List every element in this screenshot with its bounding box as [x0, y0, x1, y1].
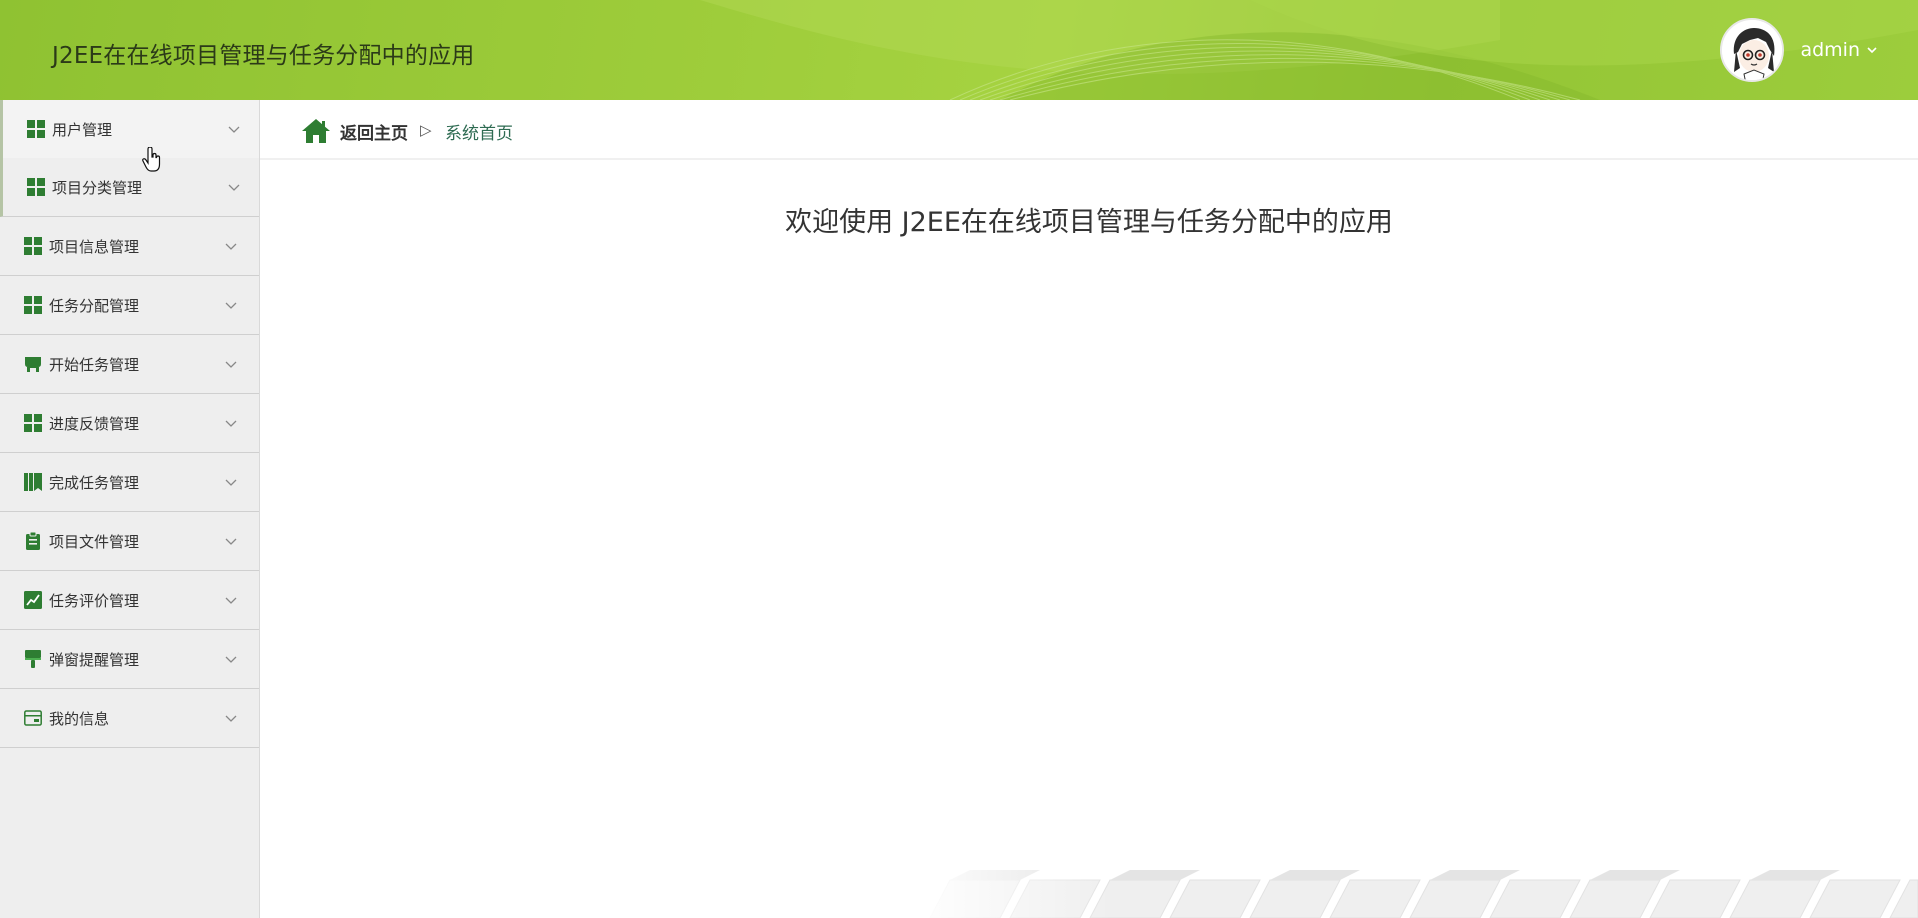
chart-icon — [24, 591, 42, 609]
chevron-down-icon[interactable] — [224, 534, 238, 548]
breadcrumb-current: 系统首页 — [445, 124, 513, 144]
sidebar-item-progress-feedback[interactable]: 进度反馈管理 — [0, 394, 259, 453]
grid-icon — [27, 178, 45, 196]
sidebar-item-label: 项目文件管理 — [49, 532, 140, 551]
book-icon — [24, 473, 42, 491]
chevron-down-icon[interactable] — [227, 122, 241, 136]
sidebar-item-label: 完成任务管理 — [49, 473, 140, 492]
sidebar-item-my-info[interactable]: 我的信息 — [0, 689, 259, 748]
sidebar-item-project-info[interactable]: 项目信息管理 — [0, 217, 259, 276]
grid-icon — [27, 120, 45, 138]
welcome-heading: 欢迎使用 J2EE在在线项目管理与任务分配中的应用 — [785, 207, 1393, 238]
store-icon — [25, 357, 41, 372]
sidebar-item-label: 任务评价管理 — [49, 591, 140, 610]
sidebar-item-popup-reminder[interactable]: 弹窗提醒管理 — [0, 630, 259, 689]
sidebar-item-project-category[interactable]: 项目分类管理 — [0, 158, 259, 217]
bottom-cube-decoration — [910, 870, 1918, 918]
clipboard-icon — [26, 532, 40, 550]
chevron-down-icon[interactable] — [224, 593, 238, 607]
sidebar-item-label: 弹窗提醒管理 — [49, 650, 140, 669]
avatar-icon[interactable] — [1720, 18, 1785, 82]
brush-icon — [25, 650, 41, 668]
sidebar-item-label: 项目分类管理 — [52, 178, 143, 197]
hand-cursor-icon — [142, 147, 161, 172]
user-menu[interactable]: admin — [1720, 18, 1878, 82]
sidebar: 用户管理 项目分类管理 项目信息管理 任务分配管理 开始任务管理 进度反馈管理 … — [0, 100, 260, 918]
breadcrumb-home-link[interactable]: 返回主页 — [340, 119, 408, 144]
grid-icon — [24, 296, 42, 314]
username-label[interactable]: admin — [1800, 39, 1860, 61]
sidebar-item-label: 我的信息 — [49, 709, 110, 728]
breadcrumb: 返回主页 ▷ 系统首页 — [260, 100, 1918, 160]
chevron-down-icon[interactable] — [224, 298, 238, 312]
sidebar-item-project-files[interactable]: 项目文件管理 — [0, 512, 259, 571]
home-icon[interactable] — [301, 118, 331, 144]
sidebar-item-label: 任务分配管理 — [49, 296, 140, 315]
chevron-down-icon[interactable] — [224, 239, 238, 253]
sidebar-item-label: 项目信息管理 — [49, 237, 140, 256]
breadcrumb-separator: ▷ — [420, 121, 432, 139]
sidebar-item-start-task[interactable]: 开始任务管理 — [0, 335, 259, 394]
sidebar-item-complete-task[interactable]: 完成任务管理 — [0, 453, 259, 512]
chevron-down-icon[interactable] — [224, 416, 238, 430]
chevron-down-icon[interactable] — [224, 357, 238, 371]
grid-icon — [24, 414, 42, 432]
chevron-down-icon[interactable] — [224, 652, 238, 666]
card-icon — [24, 710, 42, 726]
top-header: J2EE在在线项目管理与任务分配中的应用 admin — [0, 0, 1918, 100]
chevron-down-icon[interactable] — [224, 475, 238, 489]
sidebar-item-task-evaluation[interactable]: 任务评价管理 — [0, 571, 259, 630]
chevron-down-icon[interactable] — [1866, 44, 1878, 56]
chevron-down-icon[interactable] — [224, 711, 238, 725]
sidebar-item-label: 用户管理 — [52, 120, 113, 139]
sidebar-item-task-assignment[interactable]: 任务分配管理 — [0, 276, 259, 335]
sidebar-item-label: 开始任务管理 — [49, 355, 140, 374]
sidebar-item-user-management[interactable]: 用户管理 — [0, 100, 259, 158]
sidebar-item-label: 进度反馈管理 — [49, 414, 140, 433]
app-title: J2EE在在线项目管理与任务分配中的应用 — [52, 43, 475, 69]
grid-icon — [24, 237, 42, 255]
chevron-down-icon[interactable] — [227, 180, 241, 194]
